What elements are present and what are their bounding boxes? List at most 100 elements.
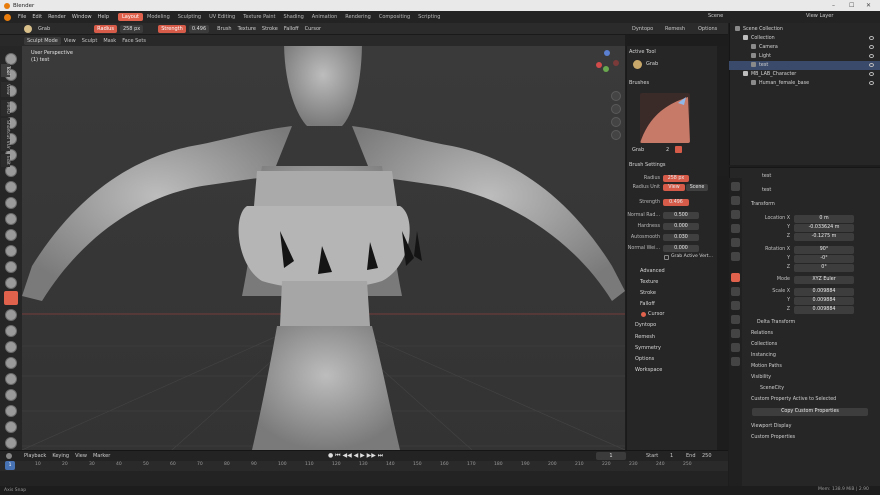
visibility-eye-icon[interactable] xyxy=(869,81,874,85)
workspace-tab-modeling[interactable]: Modeling xyxy=(143,13,174,21)
menu-window[interactable]: Window xyxy=(69,14,95,20)
instancing-panel[interactable]: Instancing xyxy=(751,353,776,358)
flatten-brush-icon[interactable] xyxy=(5,213,17,225)
thumb-brush-icon[interactable] xyxy=(5,341,17,353)
rotation-x-field[interactable]: 90° xyxy=(794,246,854,254)
stroke-menu[interactable]: Stroke xyxy=(262,26,278,32)
brush-settings-header[interactable]: Brush Settings xyxy=(629,162,666,168)
pan-hand-icon[interactable] xyxy=(611,104,621,114)
workspace-tab-rendering[interactable]: Rendering xyxy=(341,13,375,21)
close-button[interactable]: ✕ xyxy=(866,2,871,9)
outliner-row[interactable]: Camera xyxy=(729,43,880,52)
view-layer-selector[interactable]: View Layer xyxy=(806,13,833,19)
panel-workspace[interactable]: Workspace xyxy=(635,367,662,373)
menu-mask[interactable]: Mask xyxy=(103,38,116,44)
minimize-button[interactable]: – xyxy=(832,2,835,9)
visibility-panel[interactable]: Visibility xyxy=(751,375,771,380)
fake-user-icon[interactable] xyxy=(675,146,682,153)
cursor-toggle-icon[interactable] xyxy=(641,312,646,317)
3d-viewport[interactable] xyxy=(22,46,625,450)
editor-type-icon[interactable] xyxy=(6,453,12,459)
camera-view-icon[interactable] xyxy=(611,117,621,127)
custom-property-active-panel[interactable]: Custom Property Active to Selected xyxy=(751,397,836,402)
radius-unit-view[interactable]: View xyxy=(663,184,685,191)
scrape-brush-icon[interactable] xyxy=(5,245,17,257)
scale-z-field[interactable]: 0.009884 xyxy=(794,306,854,314)
z-axis-icon[interactable] xyxy=(604,50,610,56)
tab-tool[interactable]: Tool xyxy=(1,64,10,77)
rotation-z-field[interactable]: 0° xyxy=(794,264,854,272)
panel-symmetry[interactable]: Symmetry xyxy=(635,345,661,351)
object-name-field[interactable]: test xyxy=(762,188,771,193)
workspace-tab-scripting[interactable]: Scripting xyxy=(414,13,444,21)
maximize-button[interactable]: ☐ xyxy=(849,2,854,9)
collections-panel[interactable]: Collections xyxy=(751,342,777,347)
y-axis-icon[interactable] xyxy=(603,66,609,72)
workspace-tab-compositing[interactable]: Compositing xyxy=(375,13,414,21)
grab-brush-icon[interactable] xyxy=(4,291,18,305)
panel-remesh[interactable]: Remesh xyxy=(635,334,655,340)
tab-view[interactable]: View xyxy=(1,82,10,97)
elastic-deform-brush-icon[interactable] xyxy=(5,309,17,321)
options-menu[interactable]: Options xyxy=(698,26,717,32)
scale-y-field[interactable]: 0.009884 xyxy=(794,297,854,305)
scene-properties-icon[interactable] xyxy=(731,238,740,247)
active-tool-header[interactable]: Active Tool xyxy=(629,49,656,55)
physics-properties-icon[interactable] xyxy=(731,315,740,324)
tab-edit[interactable]: Edit xyxy=(1,154,10,167)
visibility-eye-icon[interactable] xyxy=(869,36,874,40)
panel-dyntopo[interactable]: Dyntopo xyxy=(635,322,656,328)
pinch-brush-icon[interactable] xyxy=(5,277,17,289)
workspace-tab-shading[interactable]: Shading xyxy=(279,13,307,21)
outliner-row[interactable]: Light xyxy=(729,52,880,61)
subpanel-stroke[interactable]: Stroke xyxy=(640,290,656,296)
constraint-properties-icon[interactable] xyxy=(731,329,740,338)
playhead[interactable]: 1 xyxy=(5,461,15,470)
rotate-brush-icon[interactable] xyxy=(5,389,17,401)
workspace-tab-sculpting[interactable]: Sculpting xyxy=(174,13,205,21)
output-properties-icon[interactable] xyxy=(731,210,740,219)
scene-selector[interactable]: Scene xyxy=(708,13,723,19)
x-axis-icon[interactable] xyxy=(596,62,602,68)
delta-transform-panel[interactable]: Delta Transform xyxy=(757,320,795,325)
outliner-row[interactable]: Scene Collection xyxy=(729,25,880,34)
blender-menu-icon[interactable] xyxy=(4,13,11,21)
perspective-toggle-icon[interactable] xyxy=(611,130,621,140)
smooth-brush-icon[interactable] xyxy=(5,197,17,209)
annotate-tool-icon[interactable] xyxy=(5,437,17,449)
menu-render[interactable]: Render xyxy=(45,14,69,20)
menu-help[interactable]: Help xyxy=(95,14,112,20)
data-properties-icon[interactable] xyxy=(731,343,740,352)
menu-file[interactable]: File xyxy=(15,14,29,20)
start-frame-field[interactable]: 1 xyxy=(670,453,673,459)
brush-preview[interactable] xyxy=(640,93,690,143)
timeline-view-menu[interactable]: View xyxy=(75,453,87,459)
visibility-eye-icon[interactable] xyxy=(869,63,874,67)
end-frame-field[interactable]: 250 xyxy=(702,453,712,459)
snake-hook-brush-icon[interactable] xyxy=(5,325,17,337)
location-z-field[interactable]: -0.1275 m xyxy=(794,233,854,241)
falloff-menu[interactable]: Falloff xyxy=(284,26,299,32)
tab-miro[interactable]: MIRO xyxy=(1,100,10,116)
outliner-row[interactable]: Human_female_base xyxy=(729,79,880,88)
visibility-eye-icon[interactable] xyxy=(869,54,874,58)
rotation-mode-select[interactable]: XYZ Euler xyxy=(794,276,854,284)
world-properties-icon[interactable] xyxy=(731,252,740,261)
motion-paths-panel[interactable]: Motion Paths xyxy=(751,364,782,369)
mask-brush-icon[interactable] xyxy=(5,421,17,433)
particle-properties-icon[interactable] xyxy=(731,301,740,310)
subpanel-cursor[interactable]: Cursor xyxy=(648,311,664,317)
menu-face-sets[interactable]: Face Sets xyxy=(122,38,146,44)
mode-selector[interactable]: Sculpt Mode xyxy=(24,36,61,45)
tool-properties-icon[interactable] xyxy=(731,182,740,191)
radius-unit-scene[interactable]: Scene xyxy=(686,184,708,191)
zoom-icon[interactable] xyxy=(611,91,621,101)
visibility-eye-icon[interactable] xyxy=(869,45,874,49)
view-layer-properties-icon[interactable] xyxy=(731,224,740,233)
grab-active-vertex-checkbox[interactable] xyxy=(664,255,669,260)
hardness-field[interactable]: 0.000 xyxy=(663,223,699,230)
autosmooth-field[interactable]: 0.030 xyxy=(663,234,699,241)
crease-brush-icon[interactable] xyxy=(5,181,17,193)
multiplane-scrape-brush-icon[interactable] xyxy=(5,261,17,273)
workspace-tab-layout[interactable]: Layout xyxy=(118,13,143,21)
